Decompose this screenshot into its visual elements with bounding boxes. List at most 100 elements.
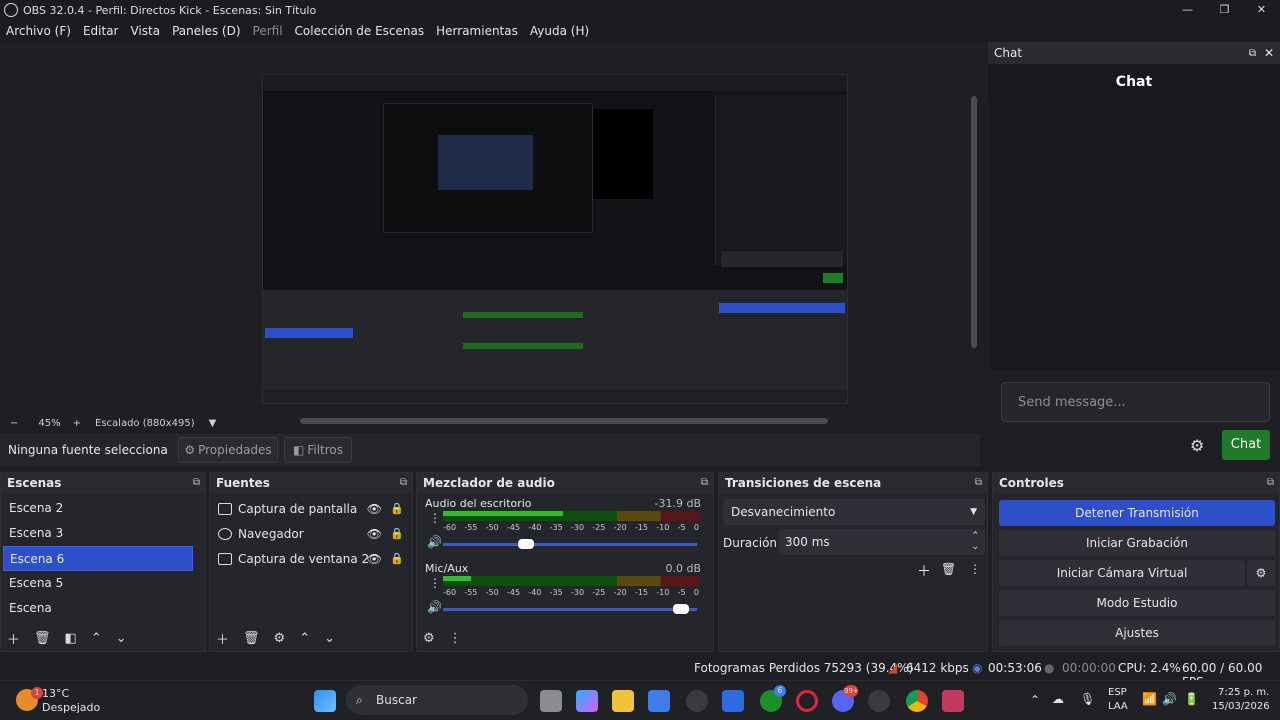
move-down-icon[interactable]: ⌄ xyxy=(324,631,335,646)
volume-knob[interactable] xyxy=(518,539,535,549)
volume-slider[interactable] xyxy=(443,604,697,614)
clock-time[interactable]: 7:25 p. m. xyxy=(1218,687,1269,698)
properties-label: Propiedades xyxy=(198,443,272,457)
menu-archivo[interactable]: Archivo (F) xyxy=(6,24,71,38)
undock-icon[interactable]: ⧉ xyxy=(1267,473,1274,493)
undock-icon[interactable]: ⧉ xyxy=(400,473,407,493)
add-transition-icon[interactable]: ＋ xyxy=(917,561,931,581)
undock-icon[interactable]: ⧉ xyxy=(193,473,200,493)
mic-icon[interactable]: 🎙 xyxy=(1080,692,1095,706)
copilot-icon[interactable] xyxy=(576,690,598,712)
menu-ayuda[interactable]: Ayuda (H) xyxy=(530,24,589,38)
lock-icon[interactable]: 🔒 xyxy=(390,527,404,540)
undock-icon[interactable]: ⧉ xyxy=(701,473,708,493)
store-icon[interactable] xyxy=(648,690,670,712)
undock-icon[interactable]: ⧉ xyxy=(1249,48,1256,59)
source-item[interactable]: Captura de ventana 2 👁 🔒 xyxy=(210,546,412,571)
eye-icon[interactable]: 👁 xyxy=(367,502,382,516)
obs-running-icon[interactable] xyxy=(868,690,890,712)
filters-button[interactable]: ◧ Filtros xyxy=(284,437,352,463)
remove-scene-icon[interactable]: 🗑 xyxy=(34,631,51,646)
menu-vista[interactable]: Vista xyxy=(130,24,160,38)
taskbar-search[interactable]: ⌕ Buscar xyxy=(346,685,528,715)
battery-icon[interactable]: 🔋 xyxy=(1184,692,1199,706)
minimize-button[interactable]: — xyxy=(1169,0,1206,20)
task-view-icon[interactable] xyxy=(540,690,562,712)
lock-icon[interactable]: 🔒 xyxy=(390,552,404,565)
start-recording-button[interactable]: Iniciar Grabación xyxy=(999,530,1275,556)
menu-editar[interactable]: Editar xyxy=(83,24,119,38)
opera-icon[interactable] xyxy=(796,690,818,712)
transition-menu-icon[interactable]: ⋮ xyxy=(969,562,981,576)
eye-icon[interactable]: 👁 xyxy=(367,552,382,566)
status-bar: Fotogramas Perdidos 75293 (39.4%) ◢ 6412… xyxy=(0,656,1280,689)
scene-item[interactable]: Escena 5 xyxy=(3,571,193,596)
add-scene-icon[interactable]: ＋ xyxy=(7,629,20,648)
volume-knob[interactable] xyxy=(673,604,690,614)
app2-icon[interactable] xyxy=(942,690,964,712)
source-label: Captura de ventana 2 xyxy=(238,551,370,566)
move-up-icon[interactable]: ⌃ xyxy=(91,631,102,646)
settings-button[interactable]: Ajustes xyxy=(999,620,1275,646)
move-up-icon[interactable]: ⌃ xyxy=(299,631,310,646)
speaker-icon[interactable]: 🔊 xyxy=(427,600,442,614)
volume-slider[interactable] xyxy=(443,539,697,549)
mixer-menu-icon[interactable]: ⋮ xyxy=(449,631,462,646)
scale-dropdown-icon[interactable]: ▼ xyxy=(209,418,217,429)
scene-filter-icon[interactable]: ◧ xyxy=(65,631,77,646)
mixer-settings-icon[interactable]: ⚙ xyxy=(423,631,435,646)
menu-perfil[interactable]: Perfil xyxy=(253,24,283,38)
source-item[interactable]: Captura de pantalla 👁 🔒 xyxy=(210,496,412,521)
remove-transition-icon[interactable]: 🗑 xyxy=(941,562,956,576)
channel-menu-icon[interactable]: ⋮ xyxy=(429,511,441,525)
scene-item[interactable]: Escena 3 xyxy=(3,521,193,546)
studio-mode-button[interactable]: Modo Estudio xyxy=(999,590,1275,616)
duration-input[interactable]: 300 ms ⌃ ⌄ xyxy=(779,529,985,555)
volume-icon[interactable]: 🔊 xyxy=(1162,692,1177,706)
app-icon[interactable] xyxy=(722,690,744,712)
chat-send-button[interactable]: Chat xyxy=(1222,430,1270,460)
eye-icon[interactable]: 👁 xyxy=(367,527,382,541)
maximize-button[interactable]: ❐ xyxy=(1206,0,1243,20)
zoom-out-button[interactable]: − xyxy=(10,418,18,429)
scene-item[interactable]: Escena 2 xyxy=(3,496,193,521)
preview-vertical-scrollbar[interactable] xyxy=(971,96,977,348)
source-item[interactable]: Navegador 👁 🔒 xyxy=(210,521,412,546)
chrome-icon[interactable] xyxy=(906,690,928,712)
scene-item[interactable]: Escena xyxy=(3,596,193,621)
virtual-camera-settings-icon[interactable]: ⚙ xyxy=(1247,560,1275,586)
stop-streaming-button[interactable]: Detener Transmisión xyxy=(999,500,1275,526)
add-source-icon[interactable]: ＋ xyxy=(216,629,229,648)
close-icon[interactable]: ✕ xyxy=(1264,46,1274,60)
menu-herramientas[interactable]: Herramientas xyxy=(436,24,518,38)
stream-time: 00:53:06 xyxy=(988,661,1042,675)
transition-select[interactable]: Desvanecimiento ▼ xyxy=(723,499,985,525)
source-settings-icon[interactable]: ⚙ xyxy=(274,631,286,646)
language-2[interactable]: LAA xyxy=(1108,701,1128,712)
file-explorer-icon[interactable] xyxy=(612,690,634,712)
channel-menu-icon[interactable]: ⋮ xyxy=(429,576,441,590)
zoom-in-button[interactable]: + xyxy=(73,418,81,429)
move-down-icon[interactable]: ⌄ xyxy=(116,631,127,646)
clock-date[interactable]: 15/03/2026 xyxy=(1212,701,1270,712)
undock-icon[interactable]: ⧉ xyxy=(975,473,982,493)
cloud-icon[interactable]: ☁ xyxy=(1052,692,1064,706)
remove-source-icon[interactable]: 🗑 xyxy=(243,631,260,646)
chat-settings-icon[interactable]: ⚙ xyxy=(1190,436,1208,455)
menu-coleccion[interactable]: Colección de Escenas xyxy=(295,24,425,38)
properties-button[interactable]: ⚙ Propiedades xyxy=(178,437,278,463)
chat-input[interactable]: Send message... xyxy=(1001,382,1270,422)
speaker-icon[interactable]: 🔊 xyxy=(427,535,442,549)
start-virtual-camera-button[interactable]: Iniciar Cámara Virtual xyxy=(999,560,1245,586)
language-1[interactable]: ESP xyxy=(1108,687,1127,698)
wifi-icon[interactable]: 📶 xyxy=(1142,692,1157,706)
hidden-icons-chevron[interactable]: ⌃ xyxy=(1030,693,1040,707)
scene-item-selected[interactable]: Escena 6 xyxy=(3,546,193,571)
lock-icon[interactable]: 🔒 xyxy=(390,502,404,515)
preview-horizontal-scrollbar[interactable] xyxy=(300,418,828,424)
close-button[interactable]: ✕ xyxy=(1243,0,1280,20)
windows-start-icon[interactable] xyxy=(314,690,336,712)
menu-paneles[interactable]: Paneles (D) xyxy=(172,24,240,38)
stepper-icon[interactable]: ⌃ ⌄ xyxy=(971,531,979,553)
obs-icon[interactable] xyxy=(686,690,708,712)
